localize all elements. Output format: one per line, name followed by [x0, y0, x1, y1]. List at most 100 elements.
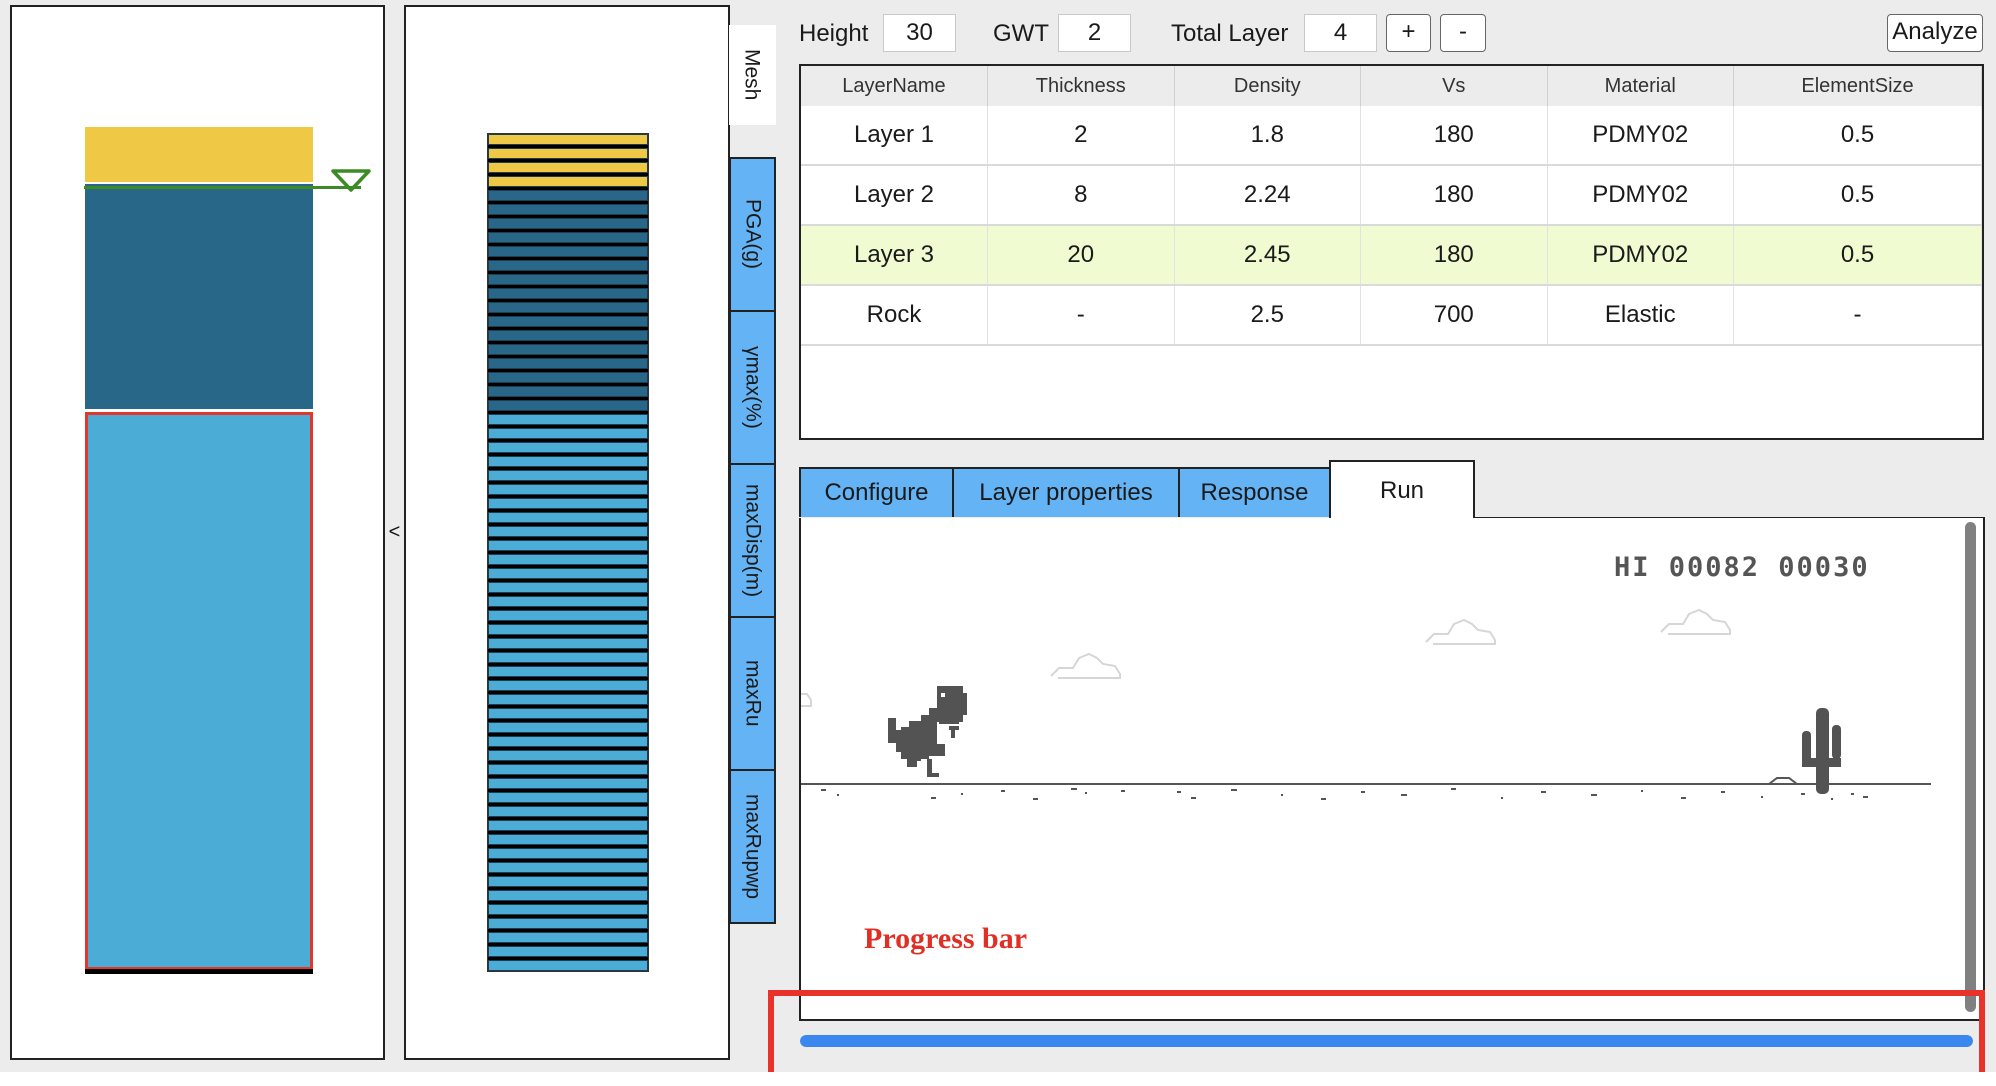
mesh-element: [488, 554, 648, 565]
mesh-element: [488, 134, 648, 145]
mesh-element: [488, 218, 648, 229]
vtab-mesh[interactable]: Mesh: [729, 25, 776, 125]
cell-density[interactable]: 1.8: [1174, 106, 1361, 166]
vtab-maxrupwp[interactable]: maxRupwp: [729, 769, 776, 924]
gwt-input[interactable]: 2: [1058, 14, 1131, 52]
column-header-layername[interactable]: LayerName: [801, 66, 988, 106]
collapse-panel-toggle[interactable]: <: [385, 515, 404, 549]
mesh-element: [488, 834, 648, 845]
tab-configure[interactable]: Configure: [799, 467, 954, 517]
mesh-element: [488, 148, 648, 159]
mesh-element: [488, 582, 648, 593]
mesh-element: [488, 568, 648, 579]
cell-density[interactable]: 2.5: [1174, 285, 1361, 346]
cell-vs[interactable]: 700: [1360, 285, 1548, 346]
soil-layer-1[interactable]: [85, 127, 313, 182]
water-table-icon: [331, 169, 371, 192]
cell-elementsize[interactable]: 0.5: [1733, 106, 1982, 166]
game-score: HI 00082 00030: [1614, 552, 1870, 583]
vtab-pga-g[interactable]: PGA(g): [729, 157, 776, 312]
mesh-element: [488, 750, 648, 761]
mesh-element: [488, 288, 648, 299]
vtab-maxdisp-m[interactable]: maxDisp(m): [729, 463, 776, 618]
cell-material[interactable]: PDMY02: [1547, 165, 1734, 226]
mesh-element: [488, 918, 648, 929]
mesh-element: [488, 400, 648, 411]
cloud-icon: [1050, 652, 1121, 679]
cell-elementsize[interactable]: 0.5: [1733, 225, 1982, 286]
vtab-maxru[interactable]: maxRu: [729, 616, 776, 771]
table-row[interactable]: Layer 2 8 2.24 180 PDMY02 0.5: [801, 165, 1982, 226]
cell-vs[interactable]: 180: [1360, 106, 1548, 166]
cloud-icon: [1425, 618, 1496, 645]
cell-vs[interactable]: 180: [1360, 165, 1548, 226]
mesh-element: [488, 526, 648, 537]
mesh-element: [488, 666, 648, 677]
soil-layer-3[interactable]: [85, 412, 313, 970]
mesh-element: [488, 372, 648, 383]
mesh-element: [488, 652, 648, 663]
mesh-element: [488, 806, 648, 817]
mesh-element: [488, 204, 648, 215]
window-bottom-edge: [0, 1072, 1996, 1086]
tab-response[interactable]: Response: [1178, 467, 1331, 517]
mesh-element: [488, 638, 648, 649]
cell-layername[interactable]: Layer 3: [801, 225, 988, 286]
cell-vs[interactable]: 180: [1360, 225, 1548, 286]
mesh-element: [488, 302, 648, 313]
mesh-element: [488, 694, 648, 705]
result-tabs: Mesh PGA(g) γmax(%) maxDisp(m) maxRu maxRupwp: [729, 5, 777, 1060]
cell-material[interactable]: PDMY02: [1547, 225, 1734, 286]
cell-material[interactable]: PDMY02: [1547, 106, 1734, 166]
vertical-scrollbar[interactable]: [1965, 522, 1976, 1012]
cell-layername[interactable]: Rock: [801, 285, 988, 346]
cell-layername[interactable]: Layer 1: [801, 106, 988, 166]
mesh-element: [488, 764, 648, 775]
progress-bar-annotation: Progress bar: [864, 922, 1028, 955]
mesh-panel: [404, 5, 730, 1060]
column-header-vs[interactable]: Vs: [1360, 66, 1548, 106]
cell-thickness[interactable]: -: [987, 285, 1175, 346]
cell-density[interactable]: 2.24: [1174, 165, 1361, 226]
table-row-selected[interactable]: Layer 3 20 2.45 180 PDMY02 0.5: [801, 225, 1982, 286]
cell-density[interactable]: 2.45: [1174, 225, 1361, 286]
vtab-γmax[interactable]: γmax(%): [729, 310, 776, 465]
height-input[interactable]: 30: [883, 14, 956, 52]
total-layer-input[interactable]: 4: [1304, 14, 1377, 52]
column-header-elementsize[interactable]: ElementSize: [1733, 66, 1982, 106]
column-header-thickness[interactable]: Thickness: [987, 66, 1175, 106]
mesh-element: [488, 960, 648, 971]
table-row[interactable]: Layer 1 2 1.8 180 PDMY02 0.5: [801, 106, 1982, 166]
mesh-element: [488, 344, 648, 355]
table-header-row: LayerName Thickness Density Vs Material …: [801, 66, 1982, 106]
cloud-icon: [1660, 608, 1731, 635]
mesh-element: [488, 778, 648, 789]
cell-layername[interactable]: Layer 2: [801, 165, 988, 226]
table-row[interactable]: Rock - 2.5 700 Elastic -: [801, 285, 1982, 346]
mesh-element: [488, 862, 648, 873]
cell-elementsize[interactable]: -: [1733, 285, 1982, 346]
cell-thickness[interactable]: 2: [987, 106, 1175, 166]
mesh-element: [488, 596, 648, 607]
mesh-element: [488, 176, 648, 187]
column-header-density[interactable]: Density: [1174, 66, 1361, 106]
cell-material[interactable]: Elastic: [1547, 285, 1734, 346]
mesh-element: [488, 428, 648, 439]
mesh-element: [488, 162, 648, 173]
analyze-button[interactable]: Analyze: [1887, 14, 1983, 52]
cell-thickness[interactable]: 8: [987, 165, 1175, 226]
mesh-element: [488, 820, 648, 831]
tab-run[interactable]: Run: [1329, 460, 1475, 520]
add-layer-button[interactable]: +: [1386, 14, 1431, 52]
gwt-label: GWT: [993, 20, 1049, 47]
cell-elementsize[interactable]: 0.5: [1733, 165, 1982, 226]
tab-layer-properties[interactable]: Layer properties: [952, 467, 1180, 517]
remove-layer-button[interactable]: -: [1440, 14, 1486, 52]
cell-thickness[interactable]: 20: [987, 225, 1175, 286]
ground-dots: [821, 788, 1868, 800]
mesh-element: [488, 946, 648, 957]
column-header-material[interactable]: Material: [1547, 66, 1734, 106]
soil-layer-2[interactable]: [85, 184, 313, 409]
vtab-label: maxRupwp: [741, 793, 765, 900]
cactus-icon: [1802, 708, 1841, 794]
